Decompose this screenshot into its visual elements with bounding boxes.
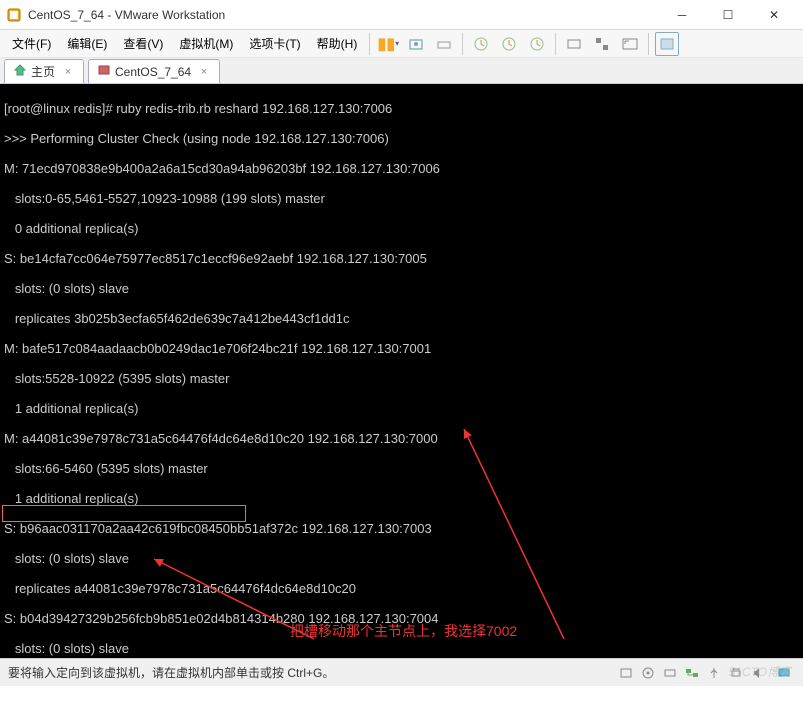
menubar: 文件(F) 编辑(E) 查看(V) 虚拟机(M) 选项卡(T) 帮助(H) ▮▮… [0,30,803,58]
window-titlebar: CentOS_7_64 - VMware Workstation ─ ☐ ✕ [0,0,803,30]
tab-centos-close[interactable]: × [197,66,211,78]
terminal-line: slots:0-65,5461-5527,10923-10988 (199 sl… [4,191,799,206]
minimize-button[interactable]: ─ [659,0,705,30]
status-cd-icon[interactable] [639,664,657,682]
menu-view[interactable]: 查看(V) [115,33,171,55]
terminal-line: S: be14cfa7cc064e75977ec8517c1eccf96e92a… [4,251,799,266]
menu-edit[interactable]: 编辑(E) [59,33,115,55]
clock-icon-2[interactable] [497,32,521,56]
maximize-button[interactable]: ☐ [705,0,751,30]
menu-help[interactable]: 帮助(H) [309,33,366,55]
tab-home[interactable]: 主页 × [4,59,84,83]
terminal-line: >>> Performing Cluster Check (using node… [4,131,799,146]
toolbar-divider [462,33,463,55]
tab-home-label: 主页 [31,63,55,80]
arrow-annotation-2 [360,404,594,658]
close-button[interactable]: ✕ [751,0,797,30]
tabbar: 主页 × CentOS_7_64 × [0,58,803,84]
tab-centos-label: CentOS_7_64 [115,65,191,79]
terminal-line: 0 additional replica(s) [4,221,799,236]
status-usb-icon[interactable] [705,664,723,682]
home-icon [13,63,27,80]
status-disk2-icon[interactable] [661,664,679,682]
watermark: 51CTO博客 [729,663,791,680]
vm-icon [97,63,111,80]
terminal[interactable]: [root@linux redis]# ruby redis-trib.rb r… [0,84,803,658]
send-ctrlaltdel-icon[interactable] [432,32,456,56]
terminal-line: M: bafe517c084aadaacb0b0249dac1e706f24bc… [4,341,799,356]
status-net-icon[interactable] [683,664,701,682]
statusbar-message: 要将输入定向到该虚拟机，请在虚拟机内部单击或按 Ctrl+G。 [8,664,615,681]
console-view-icon[interactable] [655,32,679,56]
unity-icon[interactable] [590,32,614,56]
pause-button[interactable]: ▮▮▾ [376,32,400,56]
terminal-line: M: 71ecd970838e9b400a2a6a15cd30a94ab9620… [4,161,799,176]
highlight-box [2,505,246,522]
annotation-text: 把槽移动那个主节点上，我选择7002 [290,624,517,639]
window-title: CentOS_7_64 - VMware Workstation [28,8,659,22]
snapshot-icon[interactable] [404,32,428,56]
toolbar-divider [369,33,370,55]
tab-centos[interactable]: CentOS_7_64 × [88,59,220,83]
terminal-line: slots:5528-10922 (5395 slots) master [4,371,799,386]
terminal-line: slots: (0 slots) slave [4,281,799,296]
toolbar-divider [648,33,649,55]
statusbar: 要将输入定向到该虚拟机，请在虚拟机内部单击或按 Ctrl+G。 [0,658,803,686]
menu-vm[interactable]: 虚拟机(M) [171,33,241,55]
fullscreen-icon[interactable] [618,32,642,56]
terminal-line: replicates 3b025b3ecfa65f462de639c7a412b… [4,311,799,326]
thumbnail-icon[interactable] [562,32,586,56]
menu-tabs[interactable]: 选项卡(T) [241,33,308,55]
tab-home-close[interactable]: × [61,66,75,78]
app-icon [6,7,22,23]
toolbar-divider [555,33,556,55]
menu-file[interactable]: 文件(F) [4,33,59,55]
terminal-line: [root@linux redis]# ruby redis-trib.rb r… [4,101,799,116]
status-disk-icon[interactable] [617,664,635,682]
clock-icon-1[interactable] [469,32,493,56]
clock-icon-3[interactable] [525,32,549,56]
